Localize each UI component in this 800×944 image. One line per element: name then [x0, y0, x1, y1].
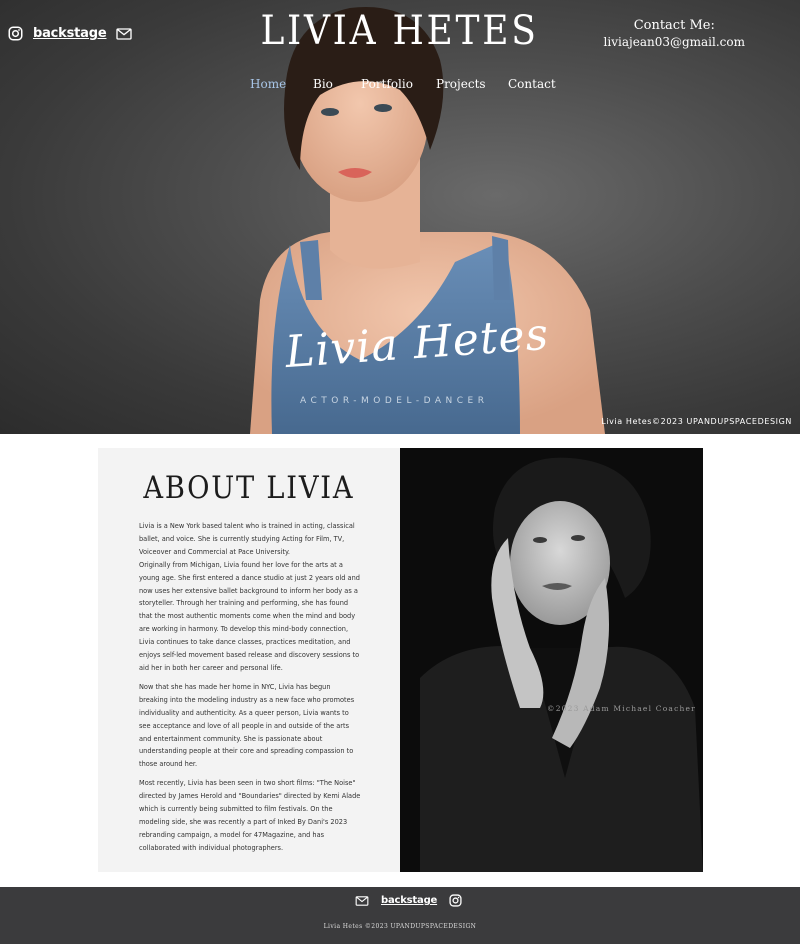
about-section: ABOUT LIVIA Livia is a New York based ta… — [98, 448, 400, 872]
nav-portfolio[interactable]: Portfolio — [361, 77, 436, 91]
nav-home[interactable]: Home — [250, 77, 313, 91]
about-body: Livia is a New York based talent who is … — [139, 520, 361, 861]
nav-bio[interactable]: Bio — [313, 77, 361, 91]
about-title: ABOUT LIVIA — [143, 470, 355, 506]
about-paragraph: Now that she has made her home in NYC, L… — [139, 682, 355, 769]
site-footer: backstage Livia Hetes ©2023 UPANDUPSPACE… — [0, 887, 800, 944]
main-nav: Home Bio Portfolio Projects Contact — [250, 77, 556, 91]
footer-copyright: Livia Hetes ©2023 UPANDUPSPACEDESIGN — [323, 923, 477, 930]
hero-section: backstage LIVIA HETES Contact Me: liviaj… — [0, 0, 800, 434]
nav-projects[interactable]: Projects — [436, 77, 508, 91]
nav-contact[interactable]: Contact — [508, 77, 556, 91]
hero-photo-credit: Livia Hetes©2023 UPANDUPSPACEDESIGN — [601, 417, 792, 426]
contact-label: Contact Me: — [633, 18, 715, 33]
mail-icon[interactable] — [355, 895, 369, 906]
instagram-icon[interactable] — [449, 894, 462, 907]
about-paragraph: Livia is a New York based talent who is … — [139, 522, 360, 672]
footer-backstage-link[interactable]: backstage — [381, 895, 437, 906]
about-photo-credit: ©2023 Adam Michael Coacher — [547, 704, 696, 713]
contact-email-link[interactable]: liviajean03@gmail.com — [604, 35, 745, 49]
bw-portrait-photo — [420, 457, 703, 872]
footer-social-links: backstage — [355, 894, 462, 907]
about-photo: ©2023 Adam Michael Coacher — [400, 448, 703, 872]
about-paragraph: Most recently, Livia has been seen in tw… — [139, 779, 361, 852]
hero-tagline: ACTOR-MODEL-DANCER — [300, 396, 489, 406]
header-contact: Contact Me: liviajean03@gmail.com — [604, 18, 745, 49]
